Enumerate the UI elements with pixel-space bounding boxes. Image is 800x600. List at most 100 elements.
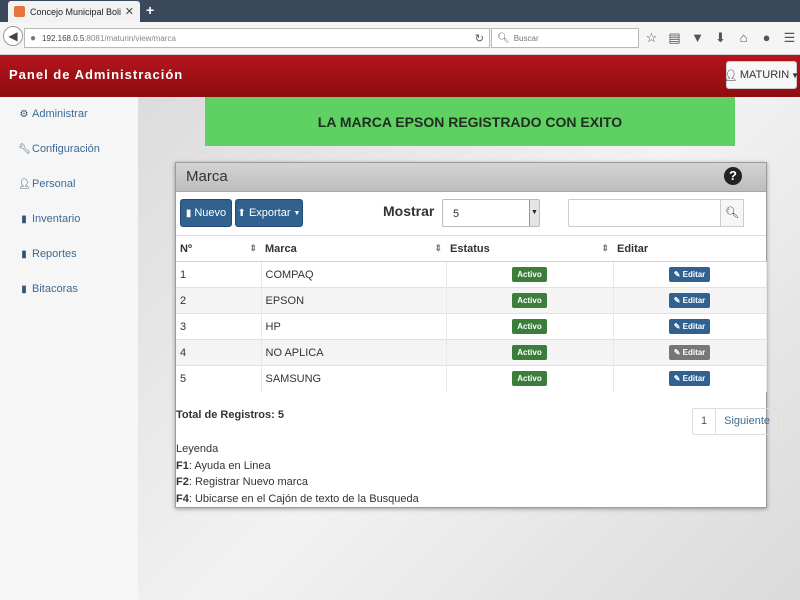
sidebar-item-bitacoras[interactable]: ▮ Bitacoras <box>18 280 78 298</box>
pencil-icon: ✎ <box>673 374 681 384</box>
cell-editar: ✎ Editar <box>613 261 767 288</box>
marca-panel: Marca ? ▮ Nuevo ⬆ Exportar ▼ Mostrar 5 ▼… <box>175 162 779 508</box>
cell-editar: ✎ Editar <box>613 313 767 340</box>
table-row: 2 EPSON Activo ✎ Editar <box>176 287 767 314</box>
file-icon: ▮ <box>21 248 27 260</box>
select-arrow-icon: ▼ <box>529 200 539 226</box>
edit-button-label: Editar <box>682 296 706 305</box>
show-label: Mostrar <box>383 203 435 219</box>
user-icon: 👤︎ <box>18 178 31 190</box>
bookmark-star-icon[interactable]: ☆ <box>644 29 659 46</box>
page-size-value: 5 <box>453 208 460 220</box>
cell-num: 3 <box>176 313 262 340</box>
user-name: MATURIN <box>739 69 790 81</box>
cell-marca: EPSON <box>261 287 447 314</box>
pencil-icon: ✎ <box>673 322 681 331</box>
menu-icon[interactable]: ☰ <box>782 29 797 46</box>
table-row: 3 HP Activo ✎ Editar <box>176 313 767 340</box>
home-icon[interactable]: ⌂ <box>736 29 751 46</box>
edit-button[interactable]: ✎ Editar <box>668 371 711 387</box>
gear-icon: ⚙ <box>19 108 29 120</box>
cell-marca: COMPAQ <box>261 261 447 288</box>
site-favicon-icon <box>14 6 25 17</box>
browser-toolbar-icons: ☆ ▤ ▼ ⬇ ⌂ ● ☰ <box>644 29 797 46</box>
total-records: Total de Registros: 5 <box>176 409 284 421</box>
table-row: 1 COMPAQ Activo ✎ Editar <box>176 261 767 288</box>
table-header-row: Nº ⇕ Marca ⇕ Estatus ⇕ Editar <box>176 235 766 262</box>
sidebar-item-label: Personal <box>32 178 76 190</box>
search-button[interactable]: 🔍︎ <box>720 199 744 227</box>
sort-icon: ⇕ <box>249 243 257 253</box>
page-1-button[interactable]: 1 <box>693 409 717 434</box>
cell-num: 2 <box>176 287 262 314</box>
url-bar[interactable]: ● 192.168.0.5:8081/maturin/view/marca ↻ <box>24 28 490 48</box>
chat-icon[interactable]: ● <box>759 29 774 46</box>
wrench-icon: 🔧︎ <box>18 143 31 155</box>
caret-down-icon: ▼ <box>293 209 301 217</box>
download-icon[interactable]: ⬇ <box>713 29 728 46</box>
column-header-num[interactable]: Nº ⇕ <box>176 235 261 262</box>
upload-icon: ⬆ <box>237 207 246 219</box>
alert-message: LA MARCA EPSON REGISTRADO CON EXITO <box>317 113 623 130</box>
edit-button[interactable]: ✎ Editar <box>668 293 711 308</box>
search-placeholder: Buscar <box>513 33 539 43</box>
new-button[interactable]: ▮ Nuevo <box>180 199 232 227</box>
edit-button-label: Editar <box>682 270 706 279</box>
status-badge: Activo <box>512 319 547 334</box>
sidebar-item-label: Inventario <box>32 213 81 225</box>
app-title: Panel de Administración <box>9 67 184 82</box>
new-button-label: Nuevo <box>194 207 227 219</box>
cell-editar: ✎ Editar <box>613 339 767 366</box>
url-text: 192.168.0.5:8081/maturin/view/marca <box>42 33 176 43</box>
column-header-estatus[interactable]: Estatus ⇕ <box>446 235 613 262</box>
column-header-marca[interactable]: Marca ⇕ <box>261 235 446 262</box>
help-icon[interactable]: ? <box>724 167 742 185</box>
sidebar-item-label: Reportes <box>32 248 77 260</box>
new-tab-button[interactable]: + <box>146 2 154 18</box>
next-page-button[interactable]: Siguiente <box>716 409 778 434</box>
sidebar-item-label: Administrar <box>32 108 88 120</box>
reading-list-icon[interactable]: ▤ <box>667 29 682 46</box>
edit-button-label: Editar <box>682 322 706 331</box>
browser-search-input[interactable]: 🔍︎ Buscar <box>491 28 639 48</box>
cell-num: 1 <box>176 261 262 288</box>
sidebar-item-personal[interactable]: 👤︎ Personal <box>18 175 75 193</box>
marca-table: Nº ⇕ Marca ⇕ Estatus ⇕ Editar 1 COMPAQ Activo… <box>176 235 767 392</box>
edit-button[interactable]: ✎ Editar <box>668 345 711 360</box>
cell-estatus: Activo <box>446 261 614 288</box>
status-badge: Activo <box>512 267 547 282</box>
cell-editar: ✎ Editar <box>613 287 767 314</box>
sidebar-item-administrar[interactable]: ⚙ Administrar <box>18 105 88 123</box>
filter-search-input[interactable] <box>568 199 720 227</box>
cell-estatus: Activo <box>446 287 614 314</box>
back-arrow-icon[interactable]: ◀ <box>3 26 23 46</box>
export-button[interactable]: ⬆ Exportar ▼ <box>235 199 303 227</box>
sidebar-item-reportes[interactable]: ▮ Reportes <box>18 245 77 263</box>
cell-editar: ✎ Editar <box>613 365 767 392</box>
sort-icon: ⇕ <box>601 243 609 253</box>
app-header: Panel de Administración 👤︎ MATURIN ▼ <box>0 55 800 97</box>
cell-num: 5 <box>176 365 262 392</box>
user-menu-button[interactable]: 👤︎ MATURIN ▼ <box>724 61 799 89</box>
cell-estatus: Activo <box>446 339 614 366</box>
success-alert: LA MARCA EPSON REGISTRADO CON EXITO <box>205 97 735 146</box>
reload-icon[interactable]: ↻ <box>475 32 484 45</box>
book-icon: ▮ <box>21 213 27 225</box>
globe-icon: ● <box>30 32 37 44</box>
pocket-icon[interactable]: ▼ <box>690 29 705 46</box>
panel-header: Marca ? <box>176 163 766 192</box>
cell-estatus: Activo <box>446 365 614 392</box>
sidebar-item-configuracion[interactable]: 🔧︎ Configuración <box>18 140 100 158</box>
table-row: 5 SAMSUNG Activo ✎ Editar <box>176 365 767 392</box>
sidebar-item-inventario[interactable]: ▮ Inventario <box>18 210 80 228</box>
browser-tab[interactable]: Concejo Municipal Bolivariano ... ✕ <box>8 1 140 22</box>
sidebar-item-label: Bitacoras <box>32 283 78 295</box>
panel-title: Marca <box>186 168 228 185</box>
pagination: 1 Siguiente <box>692 408 779 435</box>
table-row: 4 NO APLICA Activo ✎ Editar <box>176 339 767 366</box>
browser-navbar: ◀ ● 192.168.0.5:8081/maturin/view/marca … <box>0 22 800 55</box>
page-size-select[interactable]: 5 ▼ <box>442 199 540 227</box>
edit-button[interactable]: ✎ Editar <box>668 319 711 334</box>
tab-close-icon[interactable]: ✕ <box>125 5 134 18</box>
edit-button[interactable]: ✎ Editar <box>668 267 711 282</box>
